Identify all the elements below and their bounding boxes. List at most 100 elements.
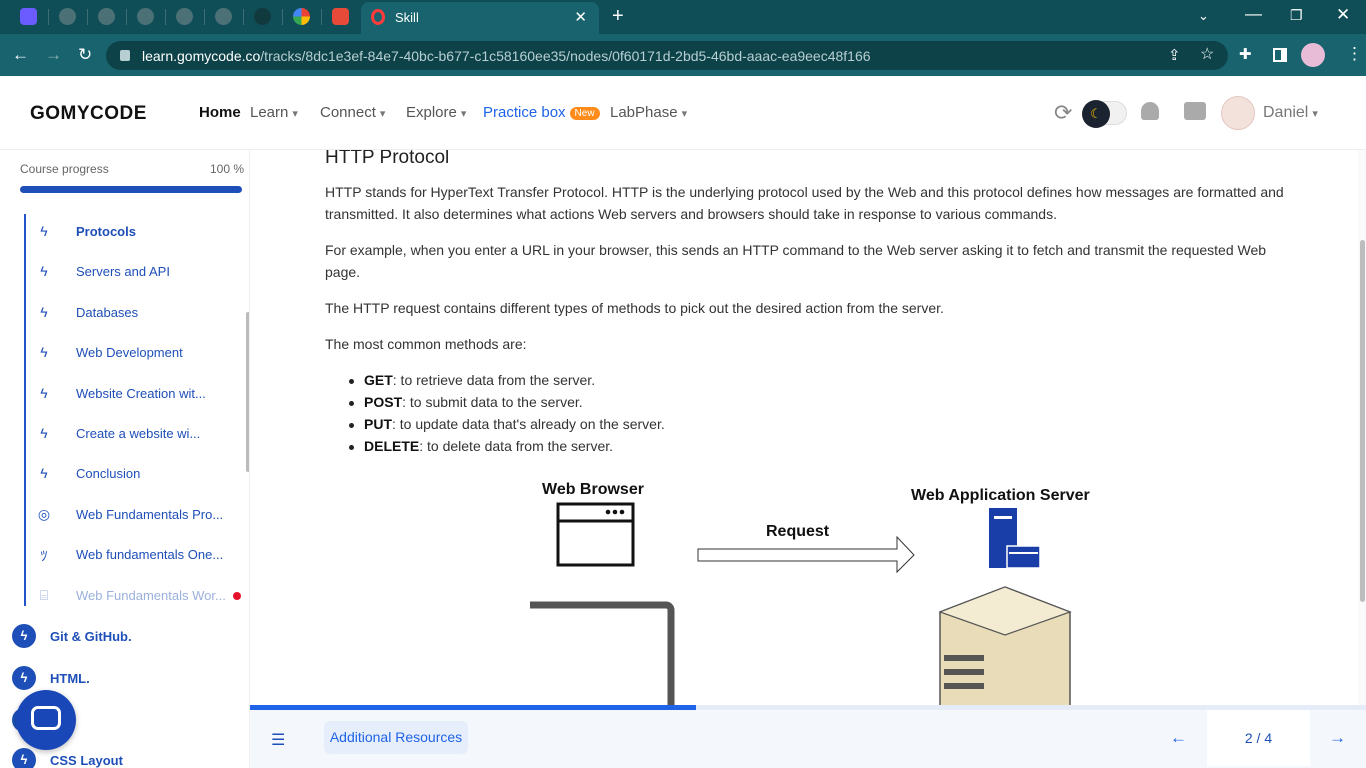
previous-page-arrow-icon[interactable]: ← [1170,728,1187,748]
bolt-icon: ϟ [40,465,48,481]
table-of-contents-icon[interactable]: ☰ [271,730,285,750]
google-tab-icon[interactable] [293,8,310,25]
extensions-puzzle-icon[interactable]: ✚ [1239,45,1252,65]
sidebar-item-web-fundamentals-workshop[interactable]: ⌸ Web Fundamentals Wor... [36,584,246,608]
nav-practice-box[interactable]: Practice box New [483,104,600,121]
globe-tab-icon[interactable] [98,8,115,25]
people-icon: ﾂ [40,548,48,564]
sync-icon[interactable]: ⟳ [1054,100,1072,126]
nav-connect[interactable]: Connect ▾ [320,104,385,121]
course-sidebar: Course progress 100 % ϟ Protocols ϟ Server… [0,150,250,768]
course-progress-bar [20,186,242,193]
browser-menu-icon[interactable]: ⋮ [1346,44,1363,64]
next-page-arrow-icon[interactable]: → [1329,728,1346,748]
url-text: learn.gomycode.co/tracks/8dc1e3ef-84e7-4… [142,48,871,64]
profile-avatar-icon[interactable] [1301,43,1325,67]
notification-dot [233,592,241,600]
page-scrollbar-thumb[interactable] [1360,240,1365,602]
shield-tab-icon[interactable] [332,8,349,25]
method-desc: : to update data that's already on the s… [392,416,665,432]
globe-tab-icon[interactable] [176,8,193,25]
nav-learn[interactable]: Learn ▾ [250,104,298,121]
nav-home[interactable]: Home [199,104,241,121]
sidebar-item-web-fundamentals-one[interactable]: ﾂ Web fundamentals One... [36,543,246,567]
globe-tab-icon[interactable] [215,8,232,25]
dark-tab-icon[interactable] [254,8,271,25]
user-name-label: Daniel [1263,104,1309,121]
sidebar-item-website-creation[interactable]: ϟ Website Creation wit... [36,382,246,406]
bolt-icon: ϟ [40,263,48,279]
bolt-icon: ϟ [40,344,48,360]
list-item: POST: to submit data to the server. [349,394,583,410]
diagram-shapes [530,502,1072,705]
sidebar-item-conclusion[interactable]: ϟ Conclusion [36,462,246,486]
tab-separator [321,9,322,25]
module-label: CSS Layout [50,753,123,768]
sidebar-item-label: Web Development [76,345,183,360]
tab-separator [243,9,244,25]
sidebar-item-web-development[interactable]: ϟ Web Development [36,341,246,365]
tab-separator [87,9,88,25]
lesson-footer: ☰ Additional Resources ← 2 / 4 → [250,710,1366,768]
support-chat-button[interactable] [16,690,76,750]
paragraph: The most common methods are: [325,336,527,352]
chat-icon[interactable] [1184,102,1206,120]
sidebar-item-protocols[interactable]: ϟ Protocols [36,220,246,244]
sidebar-item-create-a-website[interactable]: ϟ Create a website wi... [36,422,246,446]
method-name: GET [364,372,393,388]
address-bar[interactable]: learn.gomycode.co/tracks/8dc1e3ef-84e7-4… [106,41,1228,70]
page-indicator: 2 / 4 [1207,710,1310,766]
close-tab-icon[interactable]: ✕ [574,8,587,26]
bookmark-star-icon[interactable]: ☆ [1200,45,1214,65]
nav-learn-label: Learn [250,104,289,121]
active-tab[interactable]: Skill ✕ [361,2,599,34]
workshop-icon: ⌸ [39,587,49,603]
sidebar-item-databases[interactable]: ϟ Databases [36,301,246,325]
user-name[interactable]: Daniel ▾ [1263,104,1318,122]
user-avatar[interactable] [1221,96,1255,130]
lesson-content: HTTP Protocol HTTP stands for HyperText … [250,150,1358,705]
method-name: DELETE [364,438,420,454]
restore-button[interactable]: ❐ [1290,5,1303,25]
gomycode-logo[interactable]: GOMYCODE [30,103,147,125]
share-icon[interactable]: ⇪ [1168,46,1181,66]
minimize-button[interactable]: — [1245,4,1262,24]
chevron-down-icon: ▾ [460,108,467,120]
active-tab-title: Skill [395,10,419,25]
tab-search-chevron-icon[interactable]: ⌄ [1198,6,1209,26]
additional-resources-button[interactable]: Additional Resources [324,721,468,754]
nav-practice-box-label: Practice box [483,104,566,121]
chevron-down-icon: ▾ [681,108,688,120]
sidebar-item-label: Web Fundamentals Pro... [76,507,224,522]
chevron-down-icon: ▾ [379,108,386,120]
nav-explore-label: Explore [406,104,457,121]
tab-separator [204,9,205,25]
side-panel-icon[interactable] [1273,48,1287,62]
laptop-icon [530,601,675,705]
paragraph: The HTTP request contains different type… [325,300,944,316]
bell-icon[interactable] [1141,102,1159,120]
list-item: DELETE: to delete data from the server. [348,438,613,454]
reload-icon[interactable]: ↻ [78,45,92,65]
globe-tab-icon[interactable] [59,8,76,25]
globe-tab-icon[interactable] [137,8,154,25]
sidebar-item-web-fundamentals-project[interactable]: ◎ Web Fundamentals Pro... [36,503,246,527]
dark-mode-toggle[interactable]: ☾ [1082,100,1127,128]
bolt-icon: ϟ [40,385,48,401]
forward-arrow-icon[interactable]: → [45,45,62,65]
module-label: Git & GitHub. [50,629,132,644]
nav-labphase-label: LabPhase [610,104,678,121]
nav-labphase[interactable]: LabPhase ▾ [610,104,687,121]
tab-separator [282,9,283,25]
app-tab-icon[interactable] [20,8,37,25]
new-badge: New [569,107,600,120]
server-icon [989,508,1041,569]
close-window-button[interactable]: ✕ [1336,5,1350,25]
back-arrow-icon[interactable]: ← [12,45,29,65]
nav-explore[interactable]: Explore ▾ [406,104,466,121]
sidebar-item-servers-and-api[interactable]: ϟ Servers and API [36,260,246,284]
paragraph: HTTP stands for HyperText Transfer Proto… [325,184,1284,222]
chevron-down-icon: ▾ [292,108,298,120]
chevron-down-icon: ▾ [1312,108,1318,120]
new-tab-button[interactable]: + [612,6,624,26]
